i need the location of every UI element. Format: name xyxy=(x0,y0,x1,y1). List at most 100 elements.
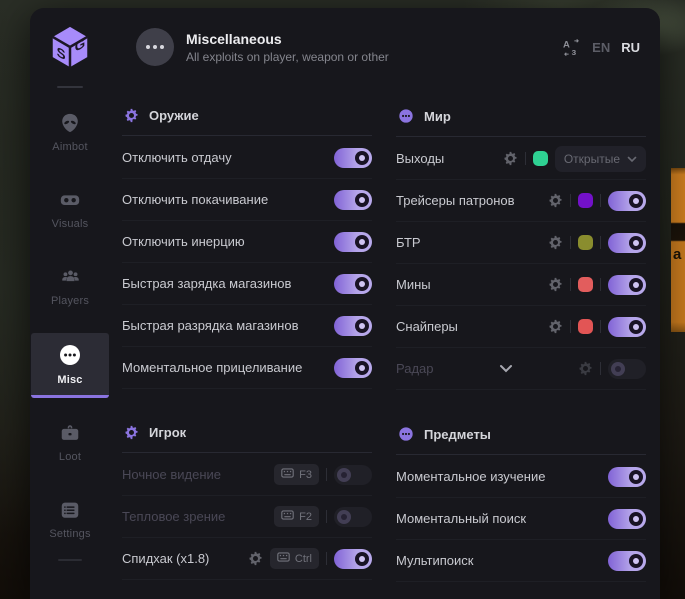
dots-icon xyxy=(398,108,414,124)
color-swatch[interactable] xyxy=(578,193,593,208)
settings-row: Спидхак (x1.8) Ctrl xyxy=(122,538,372,580)
separator xyxy=(600,362,601,375)
row-label: Спидхак (x1.8) xyxy=(122,551,248,566)
lang-en-button[interactable]: EN xyxy=(592,40,610,55)
sidebar-item-players[interactable]: Players xyxy=(31,256,109,319)
separator xyxy=(600,194,601,207)
section-title: Игрок xyxy=(149,425,186,440)
toggle[interactable] xyxy=(608,467,646,487)
toggle[interactable] xyxy=(334,465,372,485)
row-label: Быстрая разрядка магазинов xyxy=(122,318,334,333)
toggle[interactable] xyxy=(334,358,372,378)
row-controls xyxy=(548,233,646,253)
settings-row: Быстрая разрядка магазинов xyxy=(122,305,372,347)
gear-icon[interactable] xyxy=(548,277,563,292)
separator xyxy=(570,320,571,333)
settings-row: Отключить отдачу xyxy=(122,137,372,179)
sidebar-item-label: Visuals xyxy=(52,218,89,230)
row-controls xyxy=(334,232,372,252)
divider xyxy=(396,136,646,137)
settings-row: Трейсеры патронов xyxy=(396,180,646,222)
row-controls: F2 xyxy=(274,506,372,527)
row-controls xyxy=(334,148,372,168)
row-label: Быстрая зарядка магазинов xyxy=(122,276,334,291)
gear-icon[interactable] xyxy=(548,235,563,250)
toggle[interactable] xyxy=(608,275,646,295)
toggle[interactable] xyxy=(608,191,646,211)
settings-row: Тепловое зрениеF2 xyxy=(122,496,372,538)
settings-row: Мины xyxy=(396,264,646,306)
sidebar-item-loot[interactable]: Loot xyxy=(31,412,109,475)
row-label: Моментальное изучение xyxy=(396,469,608,484)
toggle[interactable] xyxy=(608,359,646,379)
gear-icon[interactable] xyxy=(578,361,593,376)
toggle[interactable] xyxy=(334,507,372,527)
color-swatch[interactable] xyxy=(578,319,593,334)
settings-row: Моментальное прицеливание xyxy=(122,347,372,389)
toggle[interactable] xyxy=(334,232,372,252)
keyboard-icon xyxy=(277,552,290,565)
gear-icon xyxy=(124,425,139,440)
dropdown[interactable]: Открытые xyxy=(555,146,646,172)
page-header: Miscellaneous All exploits on player, we… xyxy=(110,8,660,86)
chevron-down-icon[interactable] xyxy=(499,360,513,378)
settings-row: Выходы Открытые xyxy=(396,138,646,180)
row-controls xyxy=(334,274,372,294)
keyboard-icon xyxy=(281,468,294,481)
sidebar-item-label: Players xyxy=(51,295,89,307)
toggle[interactable] xyxy=(334,190,372,210)
row-label: Выходы xyxy=(396,151,503,166)
sidebar-item-visuals[interactable]: Visuals xyxy=(31,179,109,242)
color-swatch[interactable] xyxy=(578,235,593,250)
sidebar-item-label: Settings xyxy=(49,528,90,540)
gear-icon xyxy=(124,108,139,123)
lang-ru-button[interactable]: RU xyxy=(621,40,640,55)
settings-row: Ночное видениеF3 xyxy=(122,454,372,496)
separator xyxy=(326,510,327,523)
divider xyxy=(122,452,372,453)
cube-logo-icon: S G xyxy=(47,24,93,70)
sidebar-item-misc[interactable]: Misc xyxy=(31,333,109,398)
color-swatch[interactable] xyxy=(578,277,593,292)
toggle[interactable] xyxy=(608,509,646,529)
toggle[interactable] xyxy=(334,274,372,294)
settings-row: Быстрая зарядка магазинов xyxy=(122,263,372,305)
column-left: ОружиеОтключить отдачуОтключить покачива… xyxy=(122,86,372,582)
gear-icon[interactable] xyxy=(503,151,518,166)
ellipsis-circle-icon xyxy=(136,28,174,66)
sidebar-item-settings[interactable]: Settings xyxy=(31,489,109,552)
hotkey-badge[interactable]: F3 xyxy=(274,464,319,485)
separator xyxy=(600,236,601,249)
row-label: Ночное видение xyxy=(122,467,274,482)
toggle[interactable] xyxy=(334,148,372,168)
row-label: Отключить покачивание xyxy=(122,192,334,207)
ellipsis-circle-icon xyxy=(58,343,82,367)
toggle[interactable] xyxy=(608,233,646,253)
toggle[interactable] xyxy=(334,549,372,569)
gear-icon[interactable] xyxy=(548,319,563,334)
row-label: Моментальный поиск xyxy=(396,511,608,526)
separator xyxy=(600,320,601,333)
section-title: Мир xyxy=(424,109,451,124)
group-icon xyxy=(59,266,82,288)
toggle[interactable] xyxy=(334,316,372,336)
sidebar-item-aimbot[interactable]: Aimbot xyxy=(31,102,109,165)
toggle[interactable] xyxy=(608,551,646,571)
keyboard-icon xyxy=(281,510,294,523)
section-title: Предметы xyxy=(424,427,491,442)
hotkey-badge[interactable]: F2 xyxy=(274,506,319,527)
separator xyxy=(570,236,571,249)
hotkey-label: F2 xyxy=(299,511,312,523)
row-label: Радар xyxy=(396,361,434,376)
gear-icon[interactable] xyxy=(248,551,263,566)
row-controls: Открытые xyxy=(503,146,646,172)
settings-row: Отключить инерцию xyxy=(122,221,372,263)
row-label: Отключить отдачу xyxy=(122,150,334,165)
hotkey-badge[interactable]: Ctrl xyxy=(270,548,319,569)
toggle[interactable] xyxy=(608,317,646,337)
gear-icon[interactable] xyxy=(548,193,563,208)
color-swatch[interactable] xyxy=(533,151,548,166)
row-controls xyxy=(548,191,646,211)
column-right: МирВыходыОткрытыеТрейсеры патроновБТРМин… xyxy=(396,86,646,582)
sidebar-nav: Aimbot Visuals Players Misc Loot Settings xyxy=(30,86,110,599)
